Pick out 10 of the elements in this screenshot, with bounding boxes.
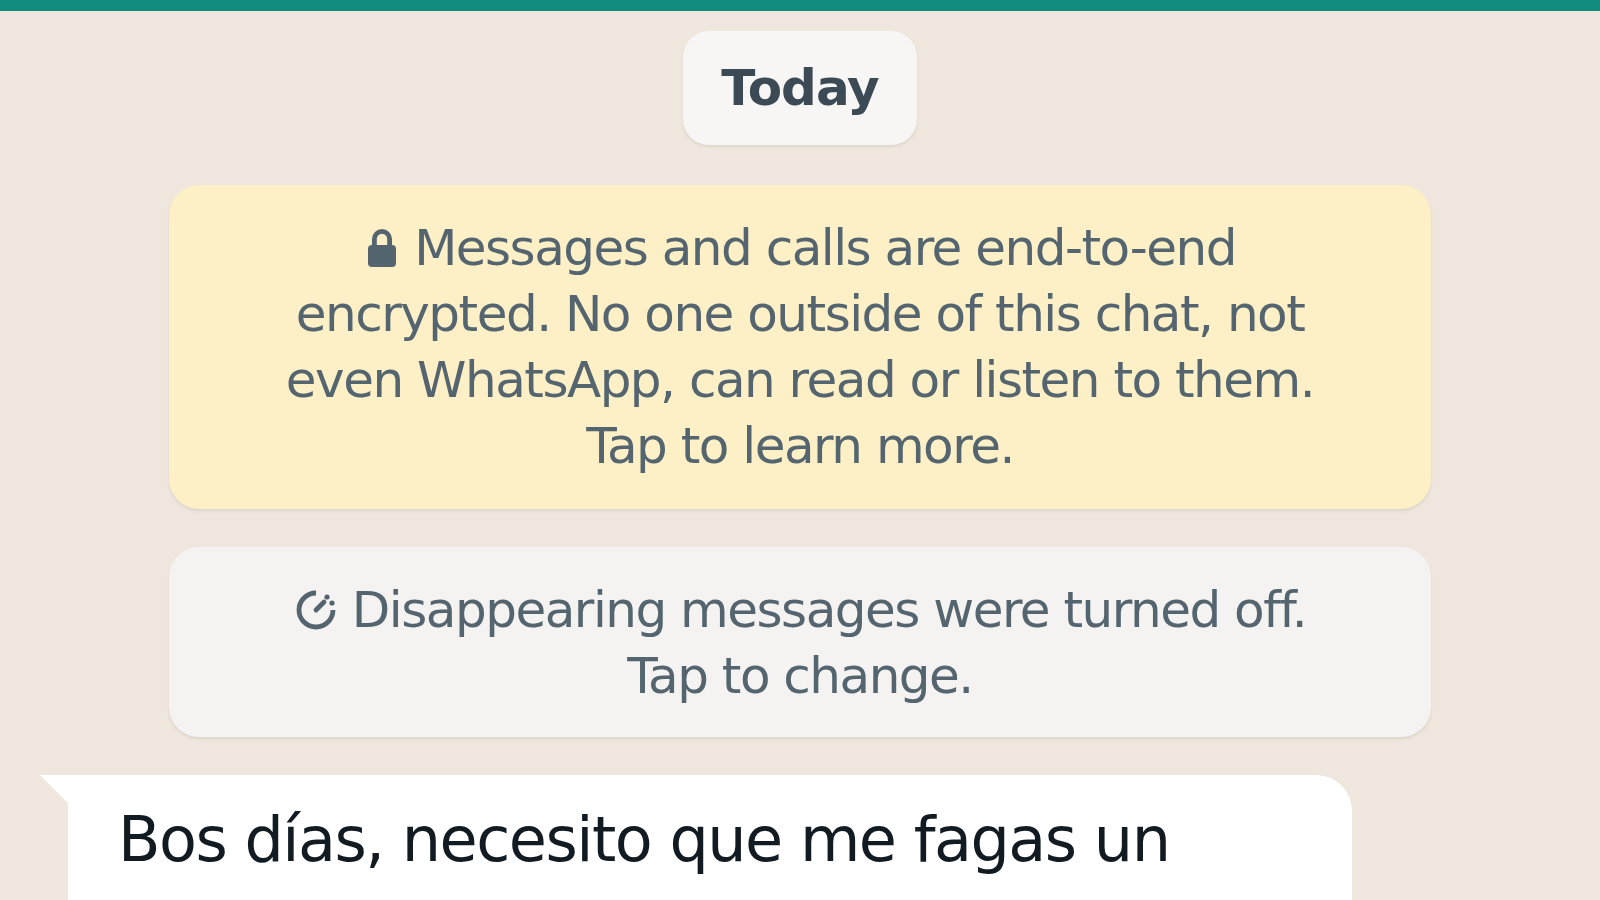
- notice-text: Messages and calls are end-to-end: [414, 218, 1236, 279]
- notice-text: Disappearing messages were turned off.: [351, 580, 1307, 641]
- notice-text: Tap to change.: [627, 646, 973, 707]
- system-notice[interactable]: Messages and calls are end-to-end encrypted. No one outside of this chat, not even WhatsApp, can read or listen to them. Tap to learn more.: [169, 185, 1431, 509]
- notice-text: Tap to learn more.: [586, 416, 1014, 477]
- date-chip: Today: [683, 31, 917, 145]
- system-notice[interactable]: Disappearing messages were turned off. Tap to change.: [169, 547, 1431, 737]
- message-text: Bos días, necesito que me fagas un: [118, 803, 1170, 876]
- notice-text: even WhatsApp, can read or listen to them.: [285, 350, 1315, 411]
- notice-text: encrypted. No one outside of this chat, not: [295, 284, 1305, 345]
